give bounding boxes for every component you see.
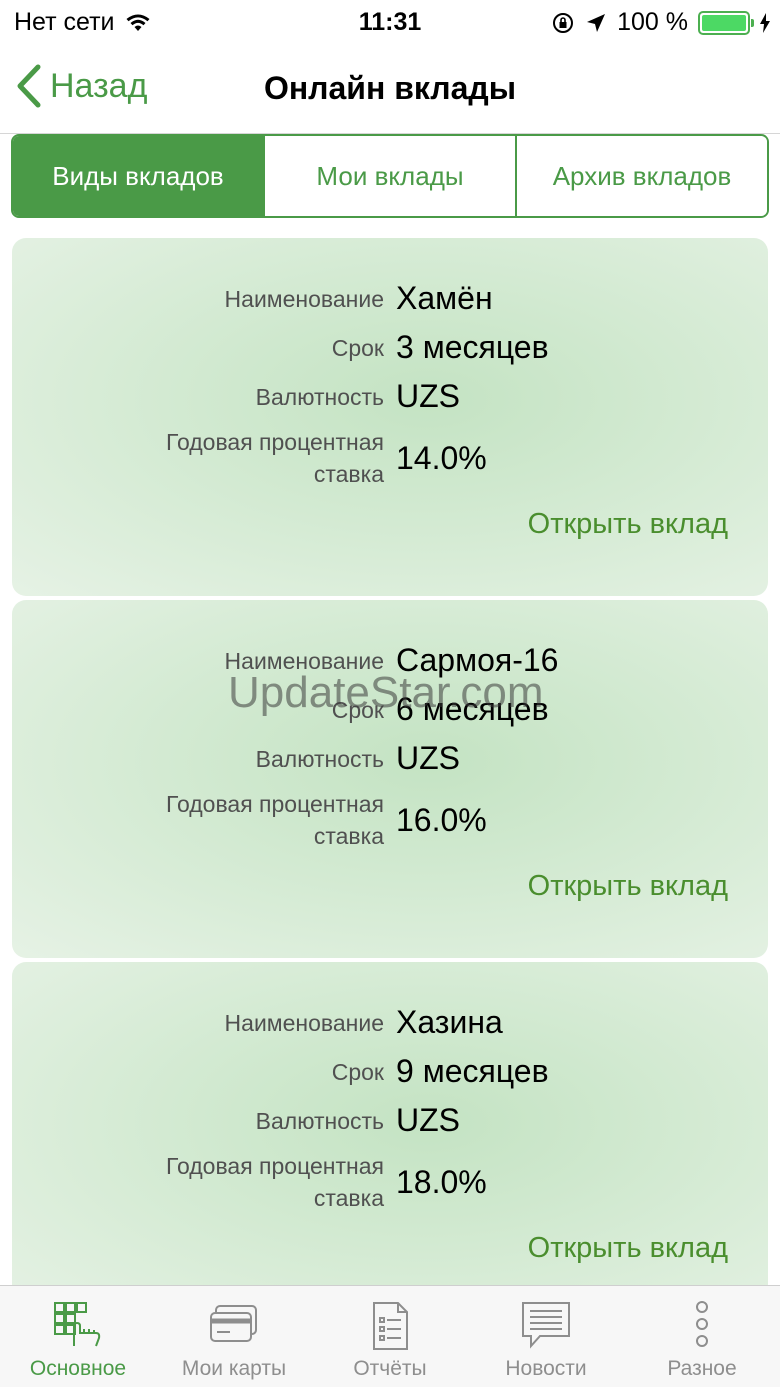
rate-row: Годовая процентная ставка 14.0% <box>12 426 768 490</box>
name-label: Наименование <box>224 285 384 312</box>
name-label: Наименование <box>224 1009 384 1036</box>
currency-row: Валютность UZS <box>12 378 768 415</box>
term-label: Срок <box>331 1058 384 1085</box>
rate-label-line2: ставка <box>313 823 384 849</box>
open-deposit-link[interactable]: Открыть вклад <box>528 508 728 541</box>
orientation-lock-icon <box>553 12 574 33</box>
status-bar: Нет сети 11:31 100 % <box>0 0 780 44</box>
news-icon <box>522 1302 570 1349</box>
rate-label-line2: ставка <box>313 1185 384 1211</box>
tab-more[interactable]: Разное <box>624 1286 780 1387</box>
tab-reports[interactable]: Отчёты <box>312 1286 468 1387</box>
term-row: Срок 9 месяцев <box>12 1053 768 1090</box>
rate-row: Годовая процентная ставка 16.0% <box>12 788 768 852</box>
currency-value: UZS <box>396 1102 460 1138</box>
tab-news[interactable]: Новости <box>468 1286 624 1387</box>
term-value: 9 месяцев <box>396 1053 549 1089</box>
tab-bar: Основное Мои карты Отчёты Новости Разное <box>0 1285 780 1387</box>
term-label: Срок <box>331 334 384 361</box>
term-value: 3 месяцев <box>396 329 549 365</box>
battery-percent: 100 % <box>617 8 688 36</box>
navigation-bar: Назад Онлайн вклады <box>0 44 780 134</box>
watermark-text: UpdateStar.com <box>228 668 544 717</box>
report-icon <box>373 1302 408 1350</box>
grid-hand-icon <box>54 1302 101 1347</box>
tab-deposit-types[interactable]: Виды вкладов <box>13 136 263 216</box>
tab-my-deposits[interactable]: Мои вклады <box>263 136 515 216</box>
charging-icon <box>760 12 770 33</box>
tab-more-label: Разное <box>667 1357 737 1380</box>
open-deposit-link[interactable]: Открыть вклад <box>528 1232 728 1265</box>
name-value: Хазина <box>396 1004 503 1040</box>
currency-label: Валютность <box>255 745 384 772</box>
status-right: 100 % <box>551 8 770 37</box>
battery-icon <box>698 10 754 35</box>
name-value: Хамён <box>396 280 493 316</box>
rate-label-line1: Годовая процентная <box>166 1153 384 1179</box>
rate-label: Годовая процентная ставка <box>12 426 384 490</box>
deposit-segments: Виды вкладов Мои вклады Архив вкладов <box>11 134 769 218</box>
card-icon <box>210 1305 257 1342</box>
rate-label: Годовая процентная ставка <box>12 1150 384 1214</box>
tab-reports-label: Отчёты <box>353 1357 427 1380</box>
rate-value: 18.0% <box>396 1163 487 1200</box>
tab-deposit-archive[interactable]: Архив вкладов <box>515 136 767 216</box>
tab-my-cards[interactable]: Мои карты <box>156 1286 312 1387</box>
name-row: Наименование Хамён <box>12 280 768 317</box>
currency-label: Валютность <box>255 1107 384 1134</box>
tab-news-label: Новости <box>505 1357 587 1380</box>
name-row: Наименование Хазина <box>12 1004 768 1041</box>
currency-value: UZS <box>396 378 460 414</box>
rate-value: 16.0% <box>396 801 487 838</box>
tab-main-label: Основное <box>29 1357 127 1380</box>
rate-label: Годовая процентная ставка <box>12 788 384 852</box>
deposit-list: Наименование Хамён Срок 3 месяцев Валютн… <box>12 238 768 1324</box>
rate-row: Годовая процентная ставка 18.0% <box>12 1150 768 1214</box>
currency-row: Валютность UZS <box>12 1102 768 1139</box>
currency-value: UZS <box>396 740 460 776</box>
page-title: Онлайн вклады <box>263 70 517 106</box>
deposit-card: Наименование Хамён Срок 3 месяцев Валютн… <box>12 238 768 596</box>
currency-row: Валютность UZS <box>12 740 768 777</box>
deposit-card: Наименование Хазина Срок 9 месяцев Валют… <box>12 962 768 1320</box>
rate-value: 14.0% <box>396 439 487 476</box>
rate-label-line1: Годовая процентная <box>166 429 384 455</box>
more-icon <box>696 1301 708 1347</box>
tab-my-cards-label: Мои карты <box>181 1357 287 1380</box>
open-deposit-link[interactable]: Открыть вклад <box>528 870 728 903</box>
tab-main[interactable]: Основное <box>0 1286 156 1387</box>
currency-label: Валютность <box>255 383 384 410</box>
location-icon <box>587 13 606 32</box>
rate-label-line1: Годовая процентная <box>166 791 384 817</box>
deposit-card: Наименование Сармоя-16 Срок 6 месяцев Ва… <box>12 600 768 958</box>
rate-label-line2: ставка <box>313 461 384 487</box>
term-row: Срок 3 месяцев <box>12 329 768 366</box>
